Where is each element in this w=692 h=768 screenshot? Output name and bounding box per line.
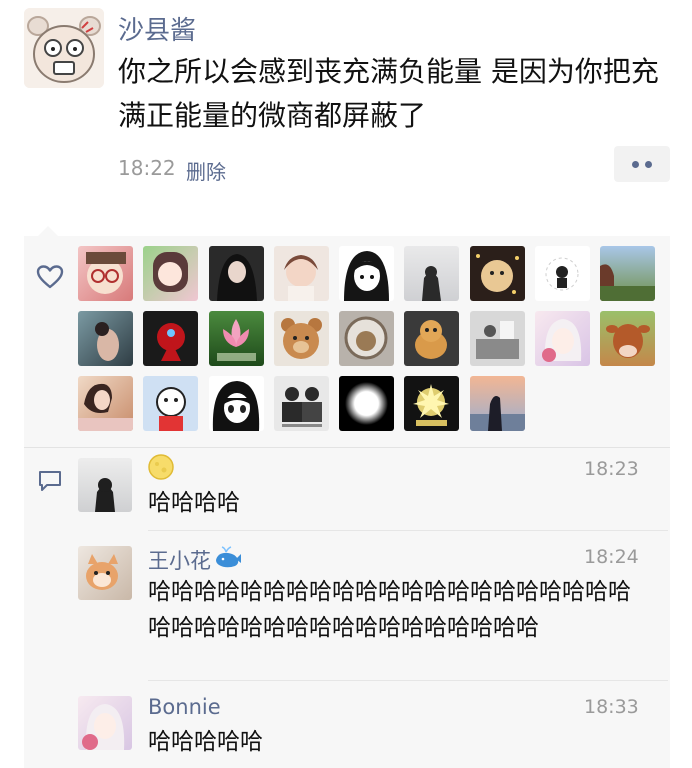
liker-avatar[interactable] [208, 376, 264, 431]
liker-avatar[interactable] [143, 246, 199, 301]
liker-avatar[interactable] [78, 246, 133, 301]
user-avatar-image [95, 478, 115, 512]
user-avatar-image [469, 396, 525, 431]
comment-timestamp: 18:24 [584, 546, 639, 568]
liker-avatar[interactable] [273, 311, 329, 366]
user-avatar-image [542, 319, 582, 362]
whale-emoji [216, 546, 241, 568]
liker-avatar[interactable] [273, 376, 329, 431]
user-avatar-image [344, 316, 388, 360]
heart-icon [36, 265, 64, 289]
liker-avatar[interactable] [339, 376, 395, 431]
author-name[interactable]: 沙县酱 [118, 10, 196, 47]
liker-avatar[interactable] [208, 246, 264, 301]
liker-avatar[interactable] [208, 311, 264, 366]
comment-separator [148, 530, 668, 531]
liker-avatar[interactable] [78, 376, 133, 431]
user-avatar-image [216, 319, 256, 361]
user-avatar-image [153, 252, 189, 292]
user-avatar-image [283, 255, 318, 301]
user-avatar-image [212, 381, 259, 431]
user-avatar-image [95, 322, 119, 361]
comment-timestamp: 18:33 [584, 696, 639, 718]
commenter-avatar[interactable] [78, 546, 132, 600]
liker-avatar[interactable] [78, 311, 133, 366]
panel-notch [38, 226, 58, 236]
liker-avatar[interactable] [535, 311, 591, 366]
liker-avatar[interactable] [600, 246, 656, 301]
likes-grid [78, 246, 668, 431]
user-avatar-image [281, 387, 322, 427]
commenter-name[interactable]: Bonnie [148, 695, 221, 719]
user-avatar-image [82, 704, 125, 750]
delete-button[interactable]: 删除 [186, 156, 226, 185]
user-avatar-image [86, 252, 126, 294]
user-avatar-image [475, 321, 519, 359]
comment-text: 哈哈哈哈哈 [148, 729, 263, 755]
moon-emoji [148, 454, 174, 480]
liker-avatar[interactable] [339, 246, 395, 301]
commenter-name[interactable]: 王小花 [148, 545, 211, 575]
more-dots-icon [645, 160, 652, 168]
user-avatar-image [345, 382, 389, 425]
comment-icon [39, 471, 61, 491]
author-avatar[interactable] [24, 8, 104, 88]
comment-separator [148, 680, 668, 681]
liker-avatar[interactable] [143, 311, 199, 366]
user-avatar-image [156, 387, 187, 431]
user-avatar-image [86, 554, 118, 590]
comment-text: 哈哈哈哈哈哈哈哈哈哈哈哈哈哈哈哈哈哈哈哈哈哈哈哈哈哈哈哈哈哈哈哈哈哈哈哈哈哈 [148, 579, 631, 641]
liker-avatar[interactable] [404, 311, 460, 366]
liker-avatar[interactable] [469, 246, 525, 301]
liker-avatar[interactable] [404, 246, 460, 301]
liker-avatar[interactable] [339, 311, 395, 366]
user-avatar-image [600, 264, 656, 301]
commenter-avatar[interactable] [78, 458, 132, 512]
user-avatar-image [280, 318, 322, 359]
comment-timestamp: 18:23 [584, 458, 639, 480]
user-avatar-image [413, 384, 450, 426]
liker-avatar[interactable] [535, 246, 591, 301]
user-avatar-image [545, 257, 579, 291]
user-avatar-image [606, 324, 651, 358]
user-avatar-image [344, 251, 390, 301]
user-avatar-image [422, 266, 442, 301]
liker-avatar[interactable] [404, 376, 460, 431]
post-text: 你之所以会感到丧充满负能量 是因为你把充满正能量的微商都屏蔽了 [118, 55, 659, 132]
more-dots-icon [632, 160, 639, 168]
user-avatar-image [216, 254, 257, 301]
liker-avatar[interactable] [469, 376, 525, 431]
liker-avatar[interactable] [143, 376, 199, 431]
comment-text: 哈哈哈哈 [148, 490, 240, 516]
liker-avatar[interactable] [469, 311, 525, 366]
cartoon-face-icon [24, 8, 104, 88]
more-options-button[interactable] [614, 146, 670, 182]
post-timestamp: 18:22 [118, 156, 176, 180]
user-avatar-image [475, 254, 519, 294]
liker-avatar[interactable] [273, 246, 329, 301]
commenter-avatar[interactable] [78, 696, 132, 750]
user-avatar-image [157, 323, 186, 361]
liker-avatar[interactable] [600, 311, 656, 366]
user-avatar-image [415, 320, 448, 359]
user-avatar-image [78, 383, 133, 431]
likes-comments-divider [24, 447, 670, 448]
